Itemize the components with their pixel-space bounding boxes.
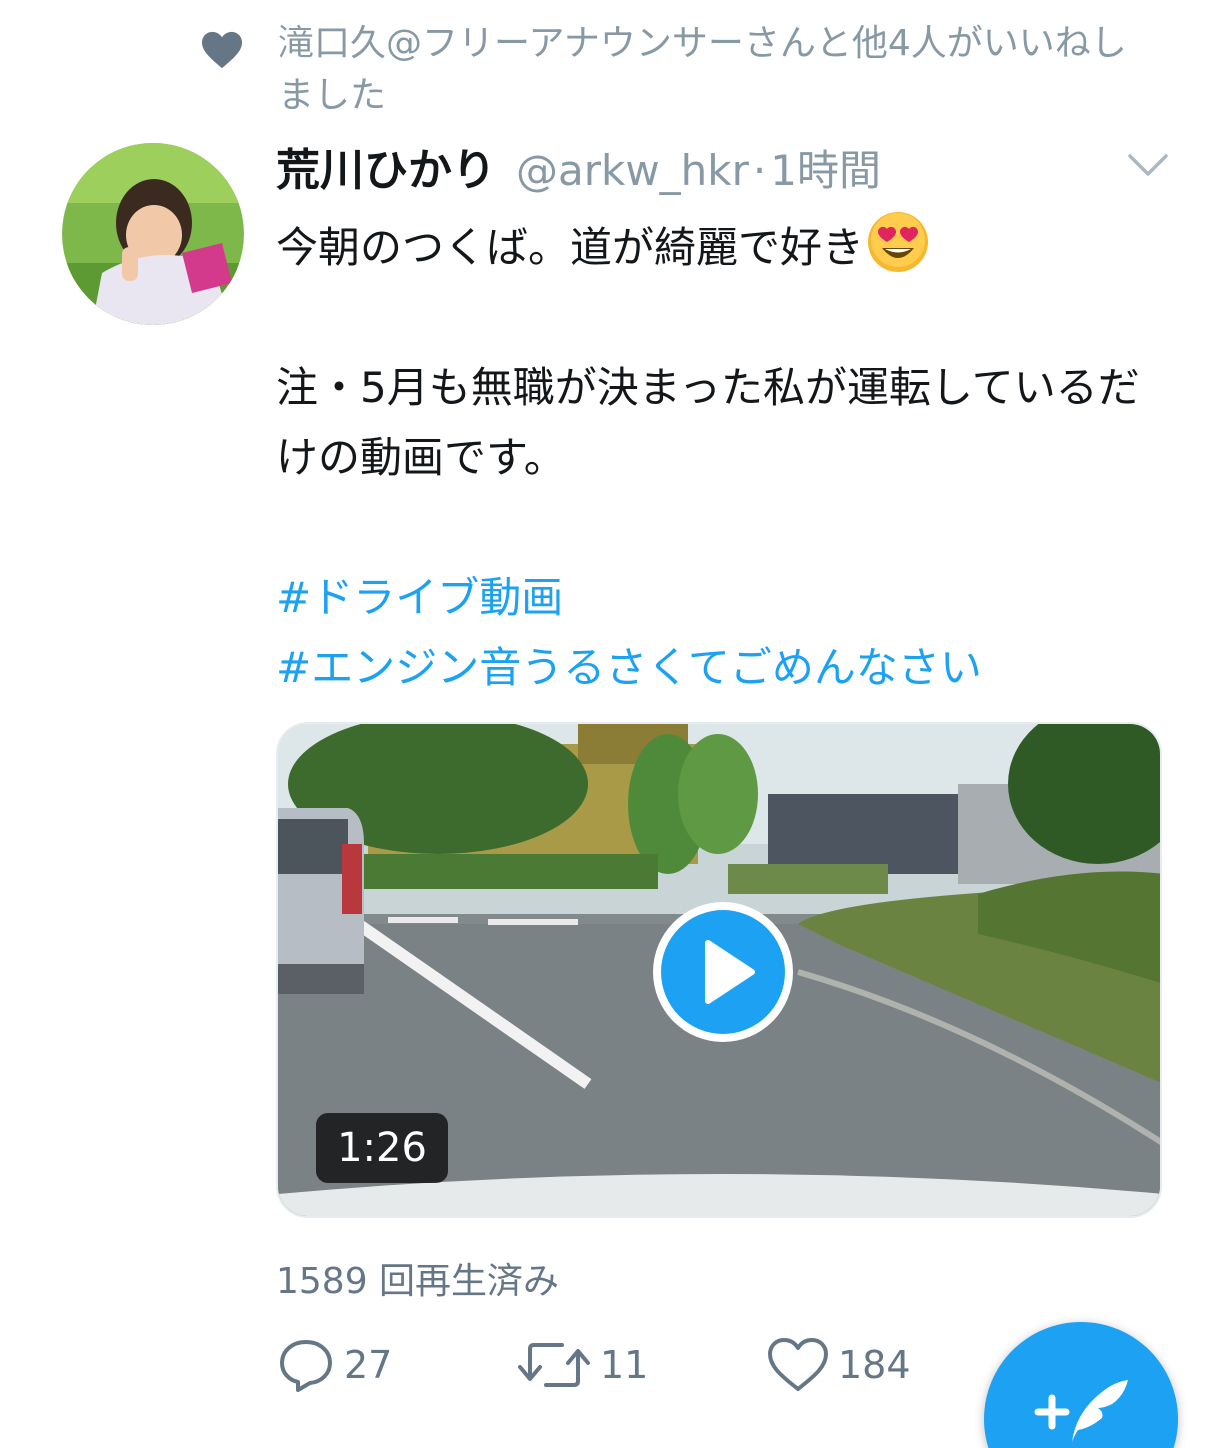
reply-icon: [280, 1340, 332, 1392]
tweet-line-2: 注・5月も無職が決まった私が運転しているだけの動画です。: [276, 363, 1140, 482]
tweet-screen: 滝口久@フリーアナウンサーさんと他4人がいいねしました 荒川ひかり @arkw_h…: [0, 0, 1221, 1448]
user-handle[interactable]: @arkw_hkr: [516, 146, 749, 195]
tweet-line-1: 今朝のつくば。道が綺麗で好き: [276, 210, 1176, 283]
tweet-header: 荒川ひかり @arkw_hkr·1時間: [276, 134, 881, 198]
reply-count: 27: [344, 1343, 393, 1387]
chevron-down-icon[interactable]: [1126, 150, 1170, 180]
separator: ·: [752, 146, 767, 195]
hashtag-engine-noise[interactable]: #エンジン音うるさくてごめんなさい: [276, 633, 1176, 703]
reply-button[interactable]: 27: [276, 1325, 392, 1405]
play-icon[interactable]: [648, 897, 798, 1047]
like-count: 184: [838, 1343, 911, 1387]
retweet-count: 11: [600, 1343, 649, 1387]
social-context-text[interactable]: 滝口久@フリーアナウンサーさんと他4人がいいねしました: [278, 18, 1158, 122]
like-icon: [768, 1338, 828, 1391]
retweet-button[interactable]: 11: [516, 1325, 648, 1405]
video-player[interactable]: 1:26: [276, 722, 1162, 1218]
tweet-actions: 27 11 184: [276, 1325, 976, 1405]
tweet-text: 今朝のつくば。道が綺麗で好き 注・5月も無職が決まった私が運転しているだけの動画…: [276, 210, 1176, 703]
compose-tweet-button[interactable]: [984, 1322, 1178, 1448]
view-count: 1589 回再生済み: [276, 1261, 560, 1302]
tweet-time[interactable]: 1時間: [770, 146, 881, 195]
display-name[interactable]: 荒川ひかり: [276, 145, 496, 196]
retweet-icon: [518, 1343, 590, 1387]
avatar-photo: [62, 143, 244, 325]
avatar[interactable]: [62, 143, 244, 325]
compose-tweet-icon: [1034, 1380, 1128, 1442]
hashtag-drive-video[interactable]: #ドライブ動画: [276, 563, 1176, 633]
heart-icon: [202, 31, 242, 69]
tweet-line-1-text: 今朝のつくば。道が綺麗で好き: [276, 223, 865, 272]
like-button[interactable]: 184: [766, 1325, 911, 1405]
heart-eyes-emoji: [868, 212, 929, 272]
video-duration: 1:26: [316, 1113, 448, 1183]
